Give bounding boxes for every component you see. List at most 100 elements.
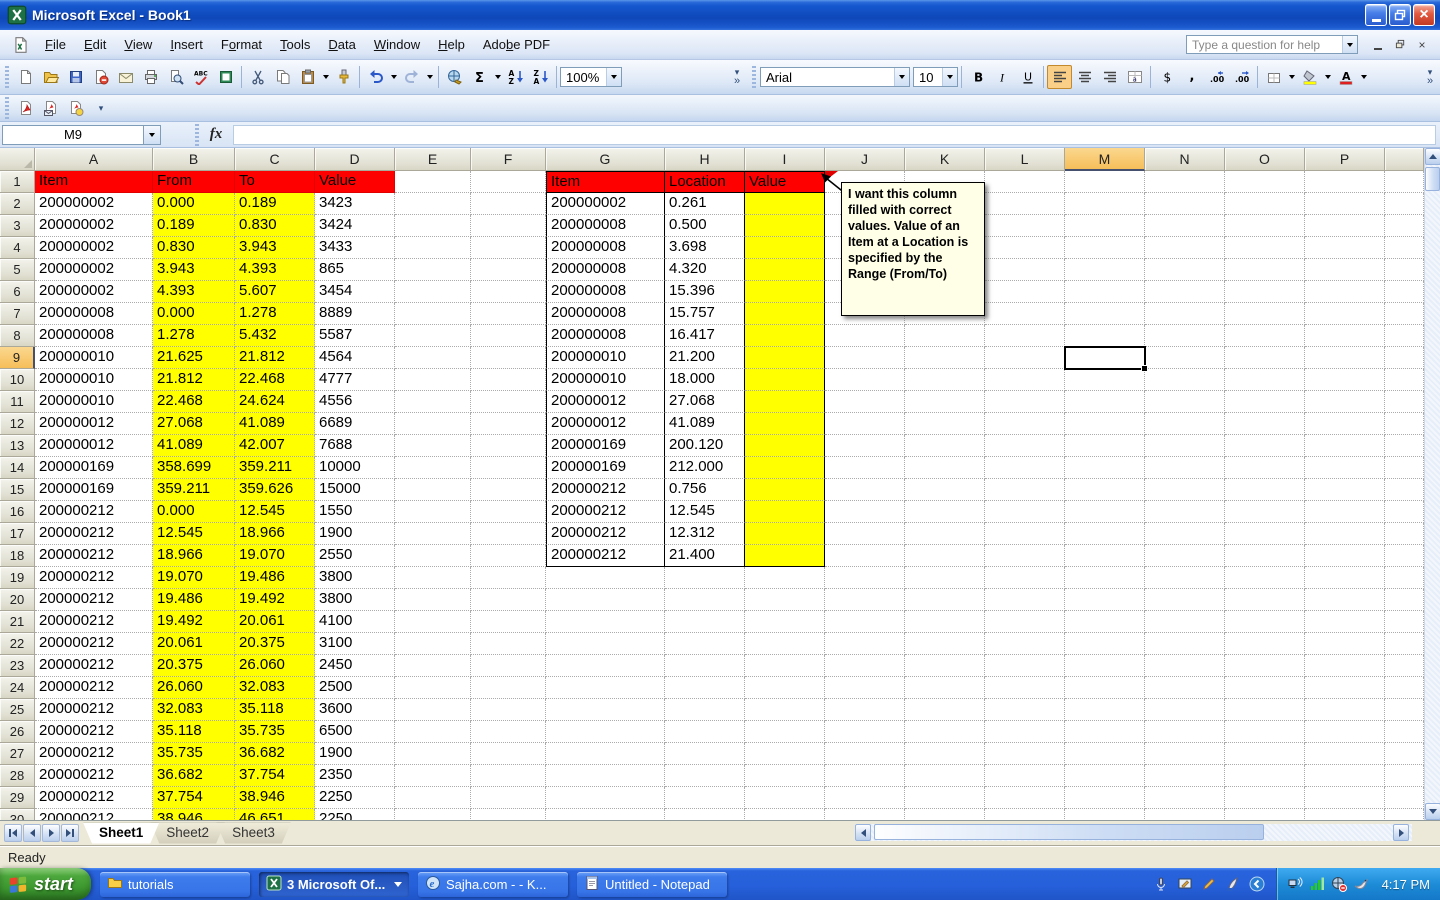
cell-partial-15[interactable] <box>1385 479 1424 501</box>
cell-H21[interactable] <box>665 611 745 633</box>
cell-P18[interactable] <box>1305 545 1385 567</box>
cell-N8[interactable] <box>1145 325 1225 347</box>
cell-A3[interactable]: 200000002 <box>35 215 153 237</box>
cell-P12[interactable] <box>1305 413 1385 435</box>
new-button[interactable] <box>13 65 38 89</box>
undo-button[interactable] <box>363 65 388 89</box>
cell-N22[interactable] <box>1145 633 1225 655</box>
cell-B23[interactable]: 20.375 <box>153 655 235 677</box>
cell-P6[interactable] <box>1305 281 1385 303</box>
cell-P27[interactable] <box>1305 743 1385 765</box>
cell-C2[interactable]: 0.189 <box>235 193 315 215</box>
scroll-right-button[interactable] <box>1393 824 1409 841</box>
row-header-2[interactable]: 2 <box>0 193 35 215</box>
cell-E26[interactable] <box>395 721 471 743</box>
row-header-6[interactable]: 6 <box>0 281 35 303</box>
cell-B30[interactable]: 38.946 <box>153 809 235 820</box>
cell-P29[interactable] <box>1305 787 1385 809</box>
cell-G14[interactable]: 200000169 <box>546 457 665 479</box>
cell-O10[interactable] <box>1225 369 1305 391</box>
toolbar-options-button[interactable]: ▾» <box>730 60 744 94</box>
cell-C17[interactable]: 18.966 <box>235 523 315 545</box>
cell-K19[interactable] <box>905 567 985 589</box>
cell-D6[interactable]: 3454 <box>315 281 395 303</box>
cell-P22[interactable] <box>1305 633 1385 655</box>
column-header-K[interactable]: K <box>905 148 985 171</box>
cell-G11[interactable]: 200000012 <box>546 391 665 413</box>
horizontal-scrollbar[interactable] <box>855 824 1412 841</box>
cell-B15[interactable]: 359.211 <box>153 479 235 501</box>
cell-C10[interactable]: 22.468 <box>235 369 315 391</box>
cell-G9[interactable]: 200000010 <box>546 347 665 369</box>
pen-icon[interactable] <box>1201 876 1218 893</box>
cell-D29[interactable]: 2250 <box>315 787 395 809</box>
row-header-10[interactable]: 10 <box>0 369 35 391</box>
cell-C24[interactable]: 32.083 <box>235 677 315 699</box>
column-header-E[interactable]: E <box>395 148 471 171</box>
cell-K29[interactable] <box>905 787 985 809</box>
cell-B18[interactable]: 18.966 <box>153 545 235 567</box>
cell-C12[interactable]: 41.089 <box>235 413 315 435</box>
fill-color-button[interactable] <box>1297 65 1322 89</box>
cell-E6[interactable] <box>395 281 471 303</box>
cell-O1[interactable] <box>1225 171 1305 193</box>
cell-G1[interactable]: Item <box>546 171 665 193</box>
cell-K13[interactable] <box>905 435 985 457</box>
cell-G23[interactable] <box>546 655 665 677</box>
cell-F12[interactable] <box>471 413 546 435</box>
cell-G26[interactable] <box>546 721 665 743</box>
taskbar-item-tutorials[interactable]: tutorials <box>100 872 250 897</box>
cell-O4[interactable] <box>1225 237 1305 259</box>
cell-O26[interactable] <box>1225 721 1305 743</box>
cell-G3[interactable]: 200000008 <box>546 215 665 237</box>
cell-O16[interactable] <box>1225 501 1305 523</box>
cell-F30[interactable] <box>471 809 546 820</box>
cell-partial-1[interactable] <box>1385 171 1424 193</box>
cell-H23[interactable] <box>665 655 745 677</box>
cell-F25[interactable] <box>471 699 546 721</box>
start-button[interactable]: start <box>0 868 91 900</box>
cell-O14[interactable] <box>1225 457 1305 479</box>
cell-F1[interactable] <box>471 171 546 193</box>
cell-G15[interactable]: 200000212 <box>546 479 665 501</box>
cell-J8[interactable] <box>825 325 905 347</box>
cell-M3[interactable] <box>1065 215 1145 237</box>
row-header-11[interactable]: 11 <box>0 391 35 413</box>
cell-P21[interactable] <box>1305 611 1385 633</box>
cell-N13[interactable] <box>1145 435 1225 457</box>
cell-N6[interactable] <box>1145 281 1225 303</box>
sheet-restore-button[interactable] <box>1392 37 1408 53</box>
print-preview-button[interactable] <box>163 65 188 89</box>
cell-P9[interactable] <box>1305 347 1385 369</box>
cell-M24[interactable] <box>1065 677 1145 699</box>
row-header-7[interactable]: 7 <box>0 303 35 325</box>
cell-A17[interactable]: 200000212 <box>35 523 153 545</box>
cell-K23[interactable] <box>905 655 985 677</box>
cell-C9[interactable]: 21.812 <box>235 347 315 369</box>
cell-F8[interactable] <box>471 325 546 347</box>
network-icon[interactable] <box>1287 876 1304 893</box>
cell-P25[interactable] <box>1305 699 1385 721</box>
autosum-button-dropdown[interactable] <box>492 65 503 89</box>
cell-M18[interactable] <box>1065 545 1145 567</box>
cell-A27[interactable]: 200000212 <box>35 743 153 765</box>
cell-I7[interactable] <box>745 303 825 325</box>
cell-K17[interactable] <box>905 523 985 545</box>
row-header-24[interactable]: 24 <box>0 677 35 699</box>
cell-B28[interactable]: 36.682 <box>153 765 235 787</box>
cell-N27[interactable] <box>1145 743 1225 765</box>
cell-partial-30[interactable] <box>1385 809 1424 820</box>
column-header-N[interactable]: N <box>1145 148 1225 171</box>
menu-help[interactable]: Help <box>429 32 474 57</box>
borders-button[interactable] <box>1261 65 1286 89</box>
cell-I6[interactable] <box>745 281 825 303</box>
cell-partial-16[interactable] <box>1385 501 1424 523</box>
cell-M21[interactable] <box>1065 611 1145 633</box>
cell-I22[interactable] <box>745 633 825 655</box>
cell-A6[interactable]: 200000002 <box>35 281 153 303</box>
cell-I27[interactable] <box>745 743 825 765</box>
cell-E27[interactable] <box>395 743 471 765</box>
sheet-minimize-button[interactable] <box>1370 37 1386 53</box>
horizontal-scroll-thumb[interactable] <box>874 824 1264 840</box>
previous-sheet-button[interactable] <box>23 824 41 842</box>
